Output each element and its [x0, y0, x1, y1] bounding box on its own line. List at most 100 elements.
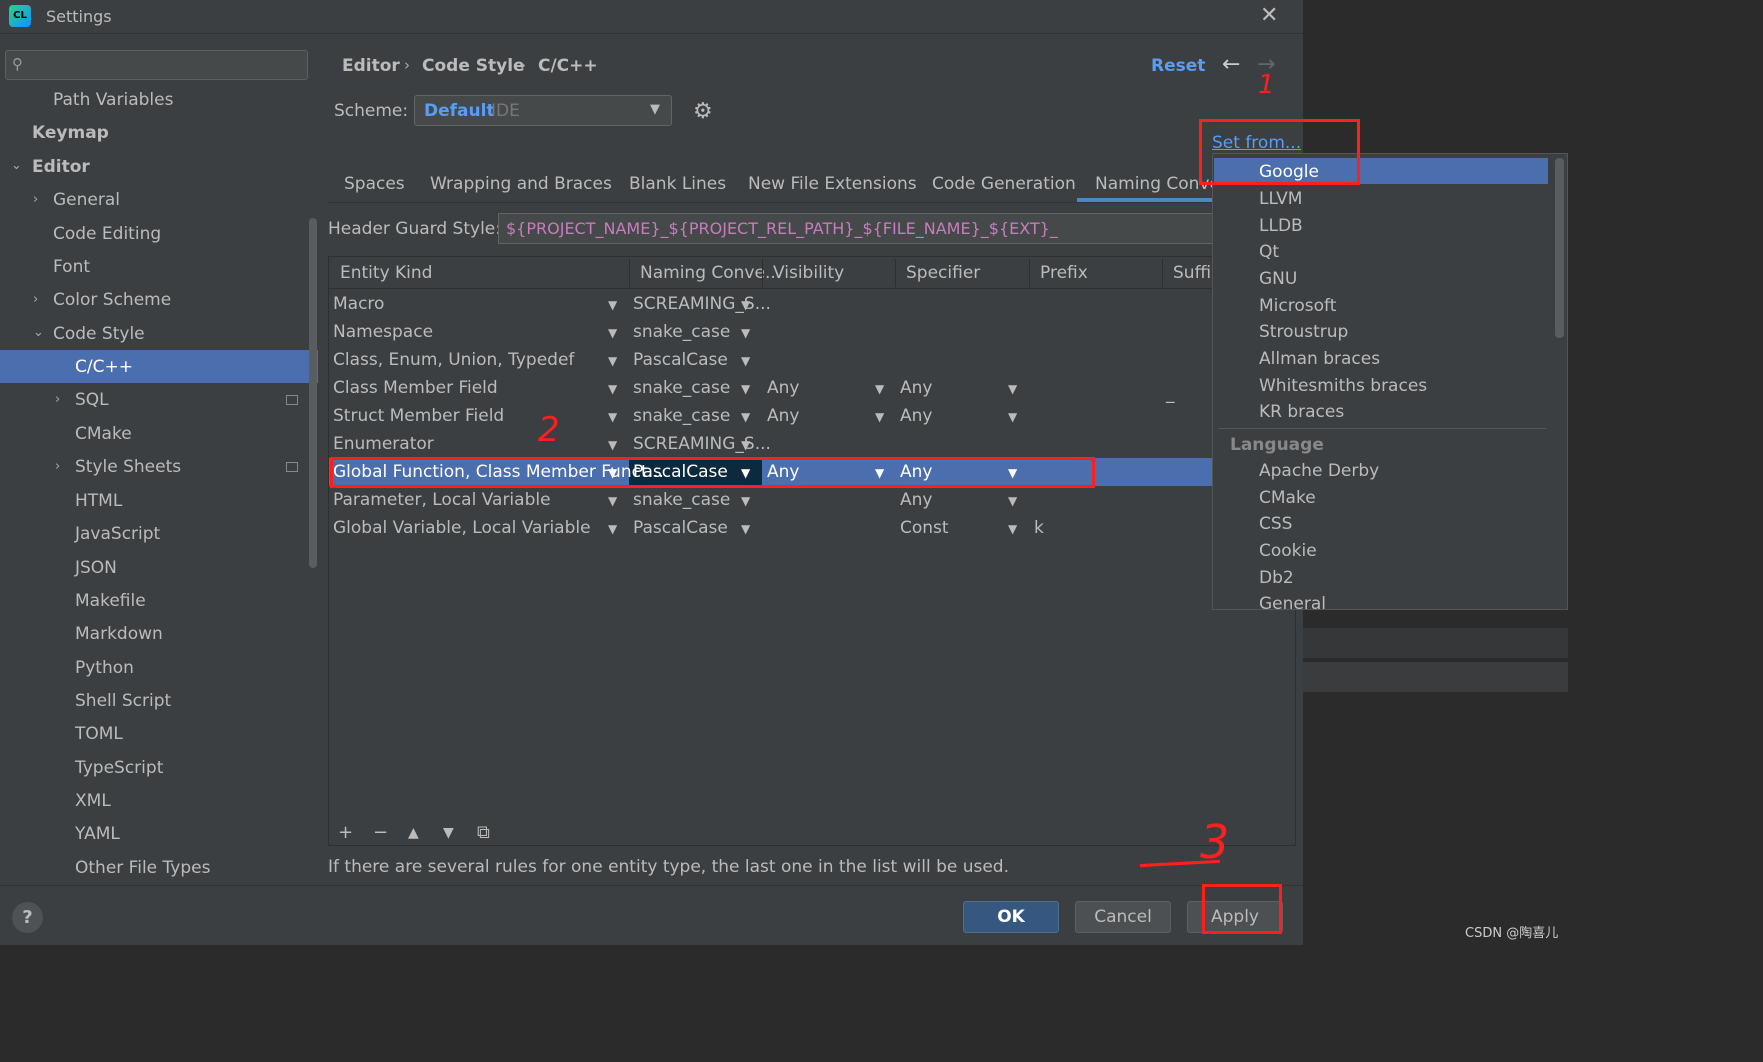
popup-item-db2[interactable]: Db2 — [1259, 568, 1294, 588]
popup-item-qt[interactable]: Qt — [1259, 242, 1279, 262]
cell-specifier[interactable]: Any — [900, 406, 932, 426]
chevron-down-icon[interactable]: ⌄ — [11, 158, 22, 173]
tab-wrapping-and-braces[interactable]: Wrapping and Braces — [430, 174, 612, 194]
cell-specifier[interactable]: Any — [900, 378, 932, 398]
help-button[interactable]: ? — [12, 902, 43, 933]
column-entity-kind[interactable]: Entity Kind — [340, 263, 432, 283]
sidebar-item-shell-script[interactable]: Shell Script — [75, 691, 171, 711]
caret-down-icon[interactable]: ▼ — [741, 298, 750, 312]
sidebar-item-python[interactable]: Python — [75, 658, 134, 678]
sidebar-item-code-editing[interactable]: Code Editing — [53, 224, 161, 244]
tab-new-file-extensions[interactable]: New File Extensions — [748, 174, 917, 194]
popup-item-apache-derby[interactable]: Apache Derby — [1259, 461, 1379, 481]
popup-scrollbar[interactable] — [1555, 158, 1564, 338]
caret-down-icon[interactable]: ▼ — [608, 326, 617, 340]
cell-specifier[interactable]: Const — [900, 518, 949, 538]
back-arrow-icon[interactable]: ← — [1222, 52, 1240, 77]
chevron-right-icon[interactable]: › — [55, 392, 60, 407]
breadcrumb-code-style[interactable]: Code Style — [422, 56, 525, 76]
popup-item-cookie[interactable]: Cookie — [1259, 541, 1317, 561]
cell-entity-kind[interactable]: Parameter, Local Variable — [333, 490, 551, 510]
tab-code-generation[interactable]: Code Generation — [932, 174, 1076, 194]
sidebar-item-color-scheme[interactable]: Color Scheme — [53, 290, 171, 310]
sidebar-item-general[interactable]: General — [53, 190, 120, 210]
cell-entity-kind[interactable]: Class, Enum, Union, Typedef — [333, 350, 574, 370]
popup-item-microsoft[interactable]: Microsoft — [1259, 296, 1336, 316]
copy-icon[interactable]: ⧉ — [477, 822, 490, 843]
tab-blank-lines[interactable]: Blank Lines — [629, 174, 726, 194]
sidebar-item-yaml[interactable]: YAML — [75, 824, 120, 844]
sidebar-item-cpp[interactable]: C/C++ — [75, 357, 133, 377]
column-naming-convention[interactable]: Naming Conve... — [640, 263, 781, 283]
cell-specifier[interactable]: Any — [900, 490, 932, 510]
sidebar-item-toml[interactable]: TOML — [75, 724, 123, 744]
cell-naming[interactable]: snake_case — [633, 490, 730, 510]
popup-item-lldb[interactable]: LLDB — [1259, 216, 1303, 236]
caret-down-icon[interactable]: ▼ — [741, 522, 750, 536]
caret-down-icon[interactable]: ▼ — [741, 438, 750, 452]
popup-item-stroustrup[interactable]: Stroustrup — [1259, 322, 1348, 342]
sidebar-item-javascript[interactable]: JavaScript — [75, 524, 160, 544]
caret-down-icon[interactable]: ▼ — [1008, 522, 1017, 536]
cell-naming[interactable]: snake_case — [633, 378, 730, 398]
caret-down-icon[interactable]: ▼ — [608, 382, 617, 396]
cell-naming[interactable]: PascalCase — [633, 518, 728, 538]
popup-item-gnu[interactable]: GNU — [1259, 269, 1297, 289]
sidebar-item-font[interactable]: Font — [53, 257, 90, 277]
caret-down-icon[interactable]: ▼ — [741, 410, 750, 424]
move-down-icon[interactable]: ▼ — [443, 825, 454, 841]
sidebar-item-sql[interactable]: SQL — [75, 390, 109, 410]
sidebar-item-markdown[interactable]: Markdown — [75, 624, 163, 644]
popup-item-kr-braces[interactable]: KR braces — [1259, 402, 1344, 422]
cell-entity-kind[interactable]: Struct Member Field — [333, 406, 504, 426]
sidebar-item-json[interactable]: JSON — [75, 558, 117, 578]
sidebar-item-editor[interactable]: Editor — [32, 157, 90, 177]
cell-entity-kind[interactable]: Global Variable, Local Variable — [333, 518, 591, 538]
popup-item-whitesmiths-braces[interactable]: Whitesmiths braces — [1259, 376, 1427, 396]
search-input[interactable] — [5, 50, 308, 80]
breadcrumb-editor[interactable]: Editor — [342, 56, 400, 76]
chevron-right-icon[interactable]: › — [55, 459, 60, 474]
column-separator[interactable] — [762, 259, 763, 287]
cell-naming[interactable]: snake_case — [633, 322, 730, 342]
sidebar-item-typescript[interactable]: TypeScript — [75, 758, 163, 778]
column-prefix[interactable]: Prefix — [1040, 263, 1088, 283]
cancel-button[interactable]: Cancel — [1075, 901, 1171, 933]
close-icon[interactable]: ✕ — [1260, 3, 1278, 28]
sidebar-item-path-variables[interactable]: Path Variables — [53, 90, 173, 110]
popup-item-cmake[interactable]: CMake — [1259, 488, 1316, 508]
column-visibility[interactable]: Visibility — [773, 263, 844, 283]
popup-item-llvm[interactable]: LLVM — [1259, 189, 1302, 209]
caret-down-icon[interactable]: ▼ — [608, 410, 617, 424]
popup-item-css[interactable]: CSS — [1259, 514, 1292, 534]
column-separator[interactable] — [629, 259, 630, 287]
caret-down-icon[interactable]: ▼ — [741, 354, 750, 368]
caret-down-icon[interactable]: ▼ — [741, 494, 750, 508]
sidebar-item-makefile[interactable]: Makefile — [75, 591, 146, 611]
column-separator[interactable] — [1162, 259, 1163, 287]
move-up-icon[interactable]: ▲ — [408, 825, 419, 841]
column-separator[interactable] — [895, 259, 896, 287]
cell-entity-kind[interactable]: Enumerator — [333, 434, 434, 454]
caret-down-icon[interactable]: ▼ — [608, 298, 617, 312]
remove-icon[interactable]: − — [373, 822, 388, 843]
cell-entity-kind[interactable]: Macro — [333, 294, 384, 314]
caret-down-icon[interactable]: ▼ — [608, 438, 617, 452]
gear-icon[interactable]: ⚙ — [693, 99, 713, 124]
cell-prefix[interactable]: k — [1034, 518, 1044, 538]
chevron-right-icon[interactable]: › — [33, 292, 38, 307]
reset-link[interactable]: Reset — [1151, 56, 1205, 76]
caret-down-icon[interactable]: ▼ — [741, 382, 750, 396]
column-specifier[interactable]: Specifier — [906, 263, 980, 283]
sidebar-scrollbar[interactable] — [309, 218, 317, 568]
caret-down-icon[interactable]: ▼ — [741, 326, 750, 340]
caret-down-icon[interactable]: ▼ — [875, 382, 884, 396]
sidebar-item-other-file-types[interactable]: Other File Types — [75, 858, 210, 878]
caret-down-icon[interactable]: ▼ — [1008, 382, 1017, 396]
tab-spaces[interactable]: Spaces — [344, 174, 405, 194]
sidebar-item-cmake[interactable]: CMake — [75, 424, 132, 444]
cell-entity-kind[interactable]: Class Member Field — [333, 378, 498, 398]
cell-visibility[interactable]: Any — [767, 378, 799, 398]
cell-visibility[interactable]: Any — [767, 406, 799, 426]
add-icon[interactable]: + — [338, 822, 353, 843]
